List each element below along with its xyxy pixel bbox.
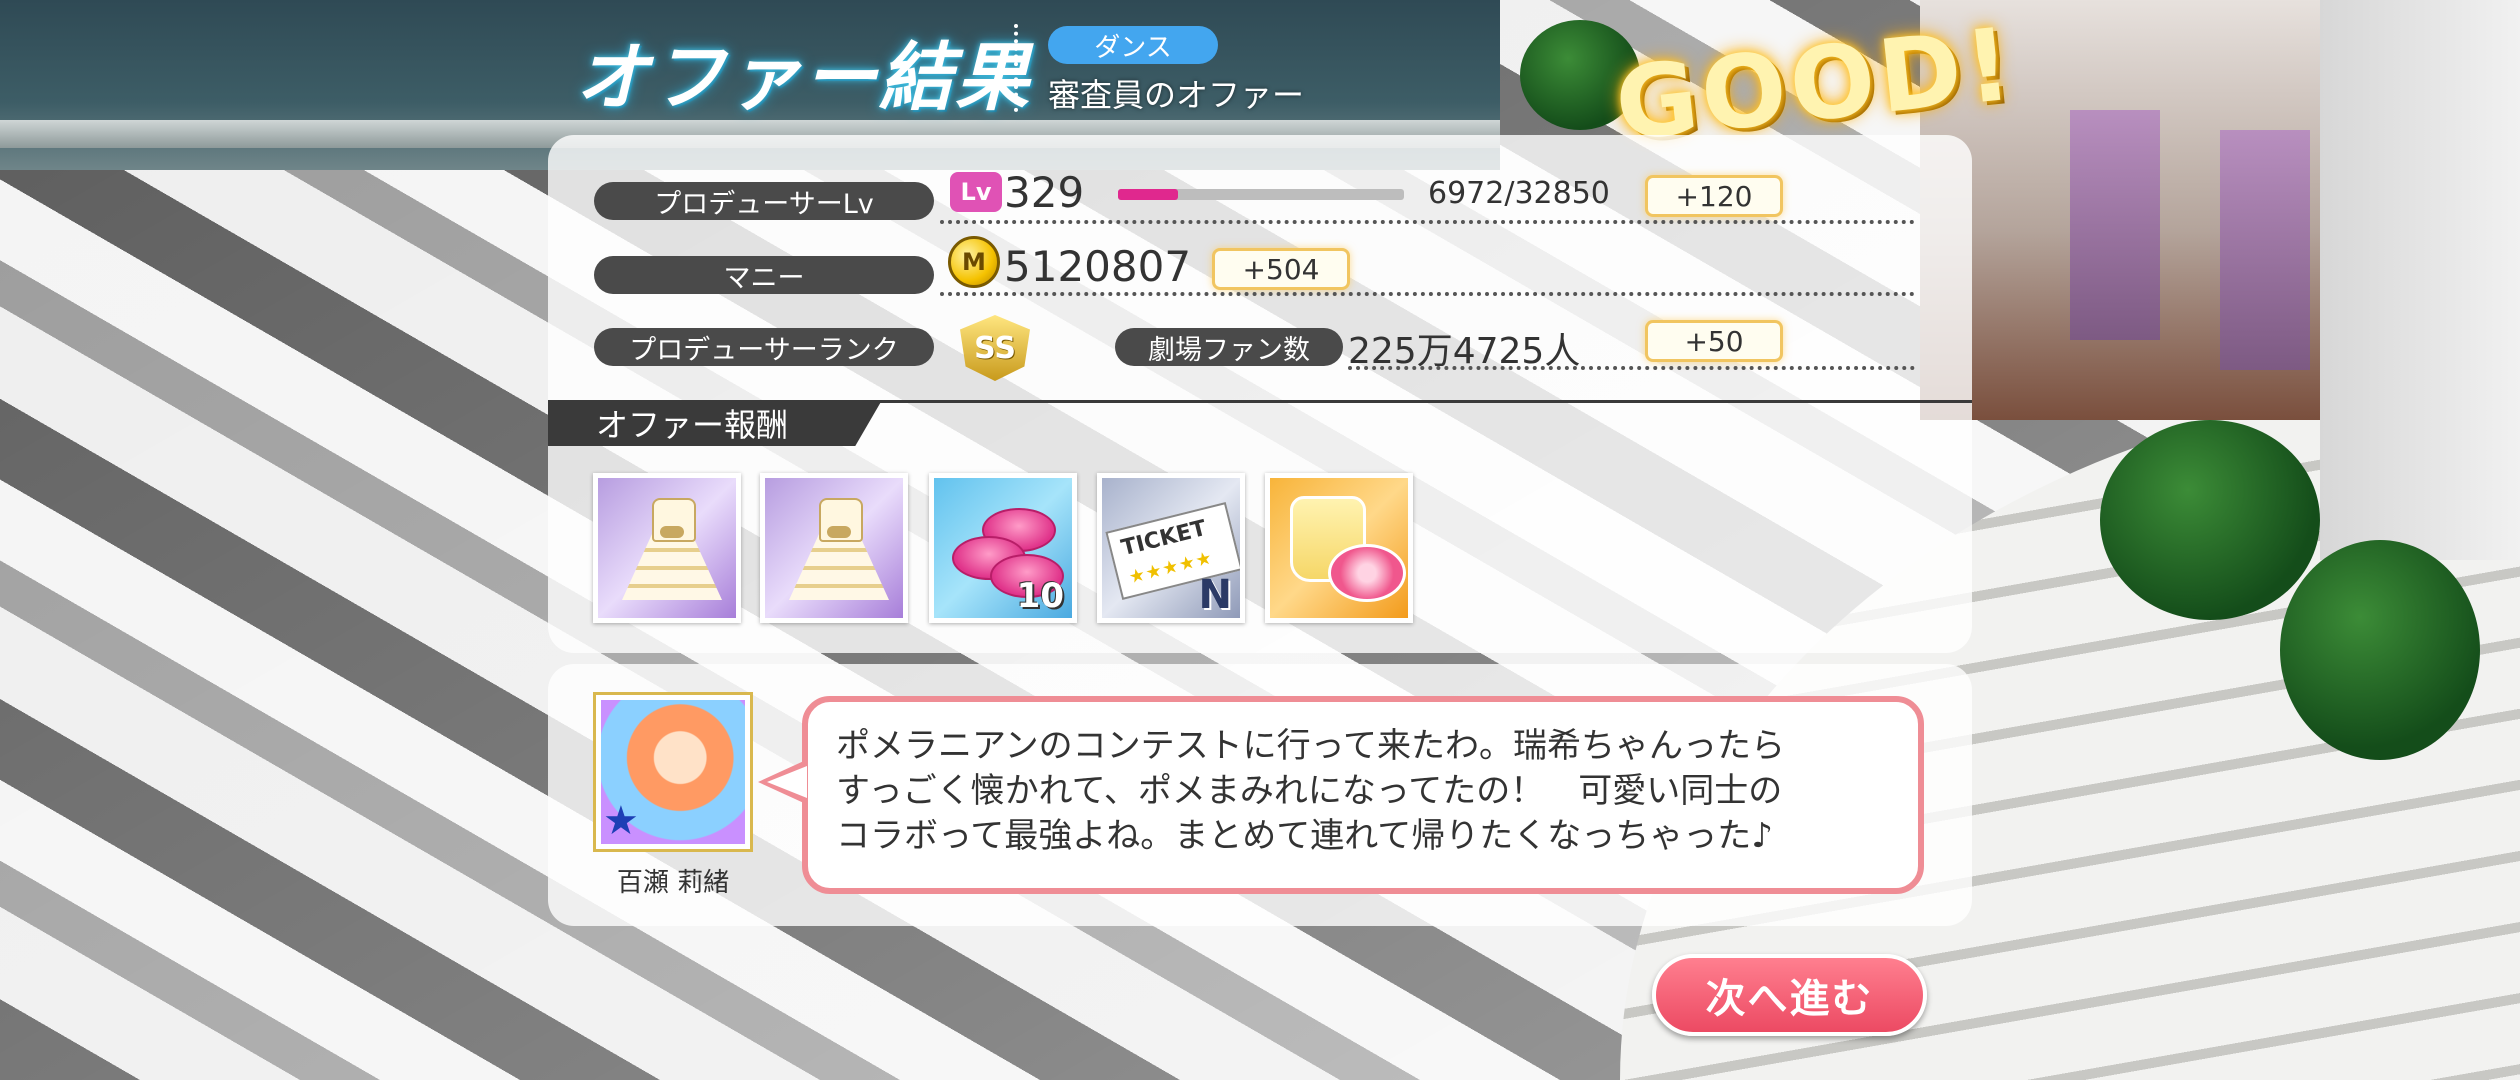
level-icon: Lv <box>950 172 1002 212</box>
money-label: マニー <box>594 256 934 294</box>
offer-subtitle: 審査員のオファー <box>1048 76 1305 114</box>
producer-rank-label: プロデューサーランク <box>594 328 934 366</box>
dialog-line: ポメラニアンのコンテストに行って来たわ。瑞希ちゃんったら <box>836 726 1785 766</box>
reward-item[interactable] <box>593 473 741 623</box>
reward-item[interactable]: TICKET ★★★★★ N <box>1097 473 1245 623</box>
dress-skirt <box>622 534 722 600</box>
dress-bow <box>660 526 684 538</box>
genre-badge: ダンス <box>1048 26 1218 64</box>
exp-bar-fill <box>1118 189 1179 200</box>
exp-bonus: +120 <box>1645 175 1783 217</box>
speech-bubble: ポメラニアンのコンテストに行って来たわ。瑞希ちゃんったら すっごく懐かれて、ポメ… <box>802 696 1924 894</box>
dialog-line: コラボって最強よね。まとめて連れて帰りたくなっちゃった♪ <box>836 816 1773 856</box>
plant <box>2100 420 2320 620</box>
reward-item[interactable]: 10 <box>929 473 1077 623</box>
store-shelf <box>2220 130 2310 370</box>
exp-bar <box>1118 189 1404 200</box>
reward-item[interactable] <box>760 473 908 623</box>
money-coin-icon: M <box>948 236 1000 288</box>
star-icon: ★ <box>603 798 639 844</box>
dialog-line: すっごく懐かれて、ポメまみれになってたの！ 可愛い同士の <box>836 771 1783 811</box>
money-bonus: +504 <box>1212 248 1350 290</box>
exp-value: 6972/32850 <box>1428 176 1610 211</box>
rewards-header: オファー報酬 <box>548 400 882 446</box>
dress-bow <box>827 526 851 538</box>
page-title: オファー結果 <box>575 35 1031 121</box>
dress-skirt <box>789 534 889 600</box>
next-button[interactable]: 次へ進む <box>1652 954 1927 1036</box>
white-dress-costume-icon <box>622 494 722 604</box>
row-divider <box>940 292 1915 296</box>
pillar <box>2320 0 2520 560</box>
macaron-icon <box>1328 544 1406 602</box>
rarity-badge: N <box>1198 572 1232 618</box>
plant <box>2280 540 2480 760</box>
character-name: 百瀬 莉緒 <box>616 868 730 898</box>
white-dress-costume-icon <box>789 494 889 604</box>
reward-item[interactable] <box>1265 473 1413 623</box>
title-divider <box>1014 24 1018 112</box>
producer-lv-label: プロデューサーLv <box>594 182 934 220</box>
store-shelf <box>2070 110 2160 340</box>
row-divider <box>940 220 1915 224</box>
money-value: 5120807 <box>1004 242 1192 291</box>
fans-bonus: +50 <box>1645 320 1783 362</box>
character-avatar[interactable]: ★ <box>596 695 750 849</box>
theater-fans-label: 劇場ファン数 <box>1115 328 1343 366</box>
reward-quantity: 10 <box>1016 576 1064 616</box>
producer-level: 329 <box>1004 168 1085 217</box>
speech-bubble-tail-inner <box>767 766 807 798</box>
row-divider <box>1348 366 1915 370</box>
